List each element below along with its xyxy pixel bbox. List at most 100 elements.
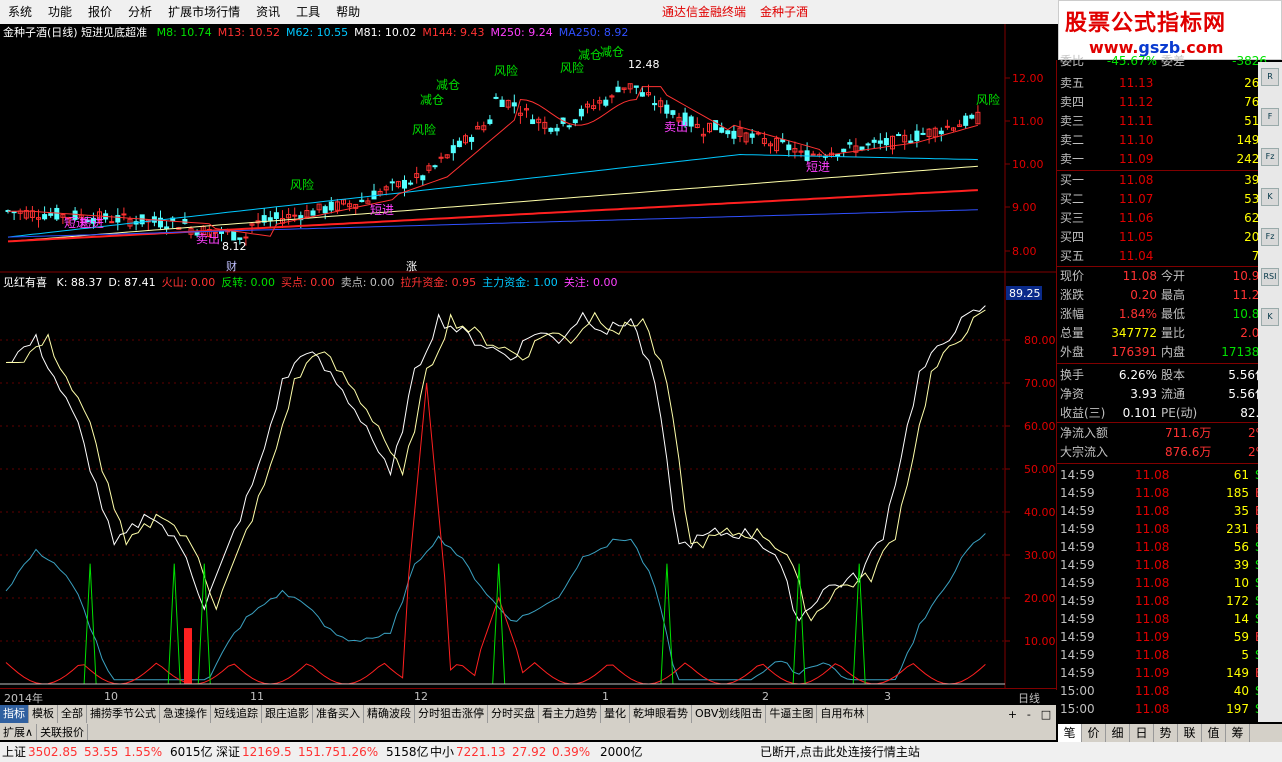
tick-volume: 56 (1233, 540, 1249, 554)
d-line (6, 309, 986, 622)
panel-tab[interactable]: 笔 (1058, 724, 1082, 742)
formula-tab[interactable]: 分时买盘 (488, 705, 539, 723)
candle-body (511, 102, 517, 107)
tick-volume: 35 (1233, 504, 1249, 518)
tick-row: 14:5911.08185B (1057, 484, 1267, 502)
ask-price: 11.09 (1119, 152, 1154, 166)
indicator-label-6: 拉升资金: 0.95 (400, 276, 477, 289)
panel-tab[interactable]: 细 (1106, 724, 1130, 742)
sh-index-change: 53.55 (84, 745, 119, 759)
zoom-button[interactable]: □ (1041, 708, 1051, 721)
panel-tab[interactable]: 联 (1178, 724, 1202, 742)
divider (1057, 463, 1282, 464)
order-ratio-label: 委比 (1060, 54, 1085, 68)
side-tool-icon[interactable]: RSI (1261, 268, 1279, 286)
panel-tab[interactable]: 日 (1130, 724, 1154, 742)
bottom-tab[interactable]: 关联报价 (37, 723, 89, 740)
price-tick-label: 11.00 (1012, 115, 1044, 128)
formula-tab[interactable]: 跟庄追影 (262, 705, 313, 723)
panel-tab[interactable]: 价 (1082, 724, 1106, 742)
side-tool-icon[interactable]: Fz (1261, 148, 1279, 166)
candle-body (908, 140, 914, 144)
candle-body (499, 99, 505, 108)
ma-label-4: M144: 9.43 (422, 26, 485, 39)
menu-item-6[interactable]: 工具 (288, 0, 328, 24)
tick-price: 11.08 (1135, 558, 1170, 572)
panel-tab[interactable]: 势 (1154, 724, 1178, 742)
formula-tab[interactable]: 精确波段 (364, 705, 415, 723)
side-tool-icon[interactable]: K (1261, 308, 1279, 326)
order-ratio-value: -45.67% (1106, 54, 1157, 68)
candle-body (371, 190, 377, 200)
quote-value: 347772 (1111, 326, 1157, 340)
rise-marker: 涨 (406, 260, 417, 273)
time-label-1: 10 (104, 690, 118, 703)
indicator-title: 见红有喜 (3, 276, 47, 289)
side-tool-icon[interactable]: F (1261, 108, 1279, 126)
panel-tab[interactable]: 值 (1202, 724, 1226, 742)
candle-body (310, 210, 316, 216)
chart-signal-label: 短进 (370, 203, 394, 217)
formula-tab[interactable]: 分时狙击涨停 (415, 705, 488, 723)
ma-line (7, 153, 978, 238)
bottom-tab[interactable]: 扩展∧ (0, 723, 38, 740)
tick-price: 11.08 (1135, 594, 1170, 608)
chart-signal-label: 卖出 (664, 120, 688, 134)
zoom-controls: + - □ (1003, 705, 1056, 723)
ask-name: 卖五 (1060, 76, 1085, 90)
bid-row: 买二 11.07 536 (1057, 190, 1267, 209)
candle-body (883, 138, 889, 146)
formula-tab[interactable]: 自用布林 (817, 705, 869, 723)
formula-tab[interactable]: 乾坤眼看势 (630, 705, 692, 723)
chart-signal-label: 风险 (976, 92, 1000, 107)
tick-row: 14:5911.08172S (1057, 592, 1267, 610)
formula-tab[interactable]: 捕捞季节公式 (87, 705, 160, 723)
connect-message[interactable]: 已断开,点击此处连接行情主站 (760, 742, 920, 762)
bottom-tabs: 扩展∧ 关联报价 (0, 723, 1056, 740)
candle-body (548, 127, 554, 132)
quote-value: 0.101 (1122, 406, 1157, 420)
formula-tab[interactable]: OBV划线阻击 (692, 705, 767, 723)
menu-item-1[interactable]: 功能 (40, 0, 80, 24)
promo-text[interactable]: 通达信金融终端 金种子酒 (662, 0, 822, 24)
formula-tab[interactable]: 量化 (601, 705, 630, 723)
formula-tab[interactable]: 牛逼主图 (766, 705, 818, 723)
quote-value: 0.20 (1130, 288, 1157, 302)
formula-tab[interactable]: 指标 (0, 705, 29, 723)
zoom-button[interactable]: + (1008, 708, 1017, 721)
candle-body (664, 104, 670, 114)
candle-body (115, 215, 121, 223)
period-label[interactable]: 日线 (1018, 690, 1040, 706)
formula-tab[interactable]: 模板 (29, 705, 58, 723)
candle-body (292, 214, 298, 217)
panel-tab[interactable]: 筹 (1226, 724, 1250, 742)
ask-name: 卖三 (1060, 114, 1085, 128)
tick-row: 15:0011.08197S (1057, 700, 1267, 718)
menu-item-0[interactable]: 系统 (0, 0, 40, 24)
formula-tab[interactable]: 看主力趋势 (539, 705, 601, 723)
menu-item-7[interactable]: 帮助 (328, 0, 368, 24)
candle-body (42, 214, 48, 220)
chart-signal-label: 风险 (412, 122, 436, 137)
zoom-button[interactable]: - (1027, 708, 1031, 721)
formula-tab[interactable]: 准备买入 (313, 705, 364, 723)
side-tool-icon[interactable]: R (1261, 68, 1279, 86)
time-label-4: 1 (602, 690, 609, 703)
reversal-spike (167, 563, 181, 685)
formula-tab[interactable]: 全部 (58, 705, 87, 723)
finance-marker: 财 (226, 259, 237, 273)
menu-item-5[interactable]: 资讯 (248, 0, 288, 24)
formula-tab[interactable]: 急速操作 (160, 705, 211, 723)
candle-body (566, 125, 572, 128)
high-price-label: 12.48 (628, 58, 660, 71)
chart-area[interactable]: 12.00 11.00 10.00 9.00 8.00 80.00 70.00 60.00 50… (0, 24, 1056, 690)
formula-tabs: 指标 模板 全部 捕捞季节公式 急速操作 短线追踪 跟庄追影 准备买入 精确波段 分时狙击涨停 分时… (0, 705, 1056, 723)
side-tool-icon[interactable]: K (1261, 188, 1279, 206)
side-tool-icon[interactable]: Fz (1261, 228, 1279, 246)
menu-item-3[interactable]: 分析 (120, 0, 160, 24)
menu-item-2[interactable]: 报价 (80, 0, 120, 24)
chart-canvas[interactable]: 12.00 11.00 10.00 9.00 8.00 80.00 70.00 60.00 50… (0, 24, 1056, 690)
menu-item-4[interactable]: 扩展市场行情 (160, 0, 248, 24)
quote-key: 最高 (1161, 288, 1186, 302)
formula-tab[interactable]: 短线追踪 (211, 705, 262, 723)
